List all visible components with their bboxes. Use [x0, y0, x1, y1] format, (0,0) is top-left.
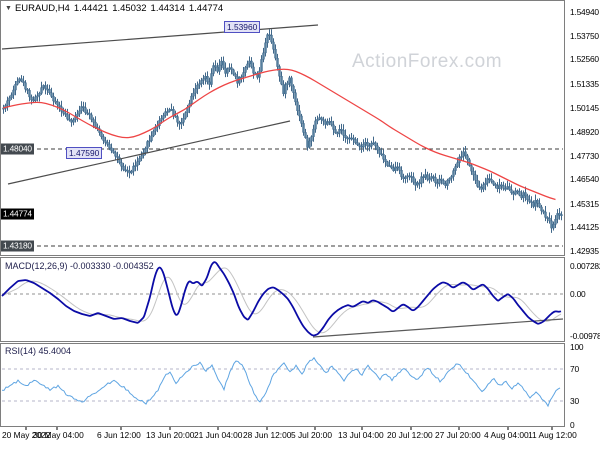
time-axis-label: 27 Jul 20:00 [435, 430, 481, 440]
axis-tick-label: 0.00 [570, 289, 586, 299]
last-price-badge: 1.44774 [1, 208, 34, 220]
chart-title: ▼ EURAUD,H4 1.44421 1.45032 1.44314 1.44774 [5, 3, 223, 14]
time-axis-label: 5 Jul 20:00 [291, 430, 332, 440]
time-axis-label: 28 Jun 12:00 [243, 430, 292, 440]
time-axis-label: 30 May 04:00 [33, 430, 84, 440]
ohlc-close: 1.44774 [188, 3, 224, 14]
macd-indicator-label: MACD(12,26,9) -0.003330 -0.004352 [5, 261, 154, 271]
rsi-panel[interactable] [0, 343, 565, 427]
price-scale[interactable]: 1.54940 1.53750 1.52560 1.51335 1.50145 1.489… [565, 0, 600, 450]
price-level-badge: 1.48040 [1, 143, 34, 155]
ohlc-low: 1.44314 [150, 3, 185, 14]
axis-tick-label: 1.53750 [570, 31, 599, 41]
axis-tick-label: 1.52560 [570, 54, 599, 64]
ohlc-high: 1.45032 [112, 3, 147, 14]
axis-tick-label: 1.42935 [570, 246, 599, 256]
mt4-chart-window: ActionForex.com ▼ EURAUD,H4 1.44421 1.45032… [0, 0, 600, 450]
axis-tick-label: -0.009787 [570, 331, 600, 341]
watermark: ActionForex.com [352, 51, 503, 72]
rsi-indicator-label: RSI(14) 45.4004 [5, 346, 72, 356]
ohlc-open: 1.44421 [73, 3, 109, 14]
time-axis-label: 6 Jun 12:00 [97, 430, 141, 440]
axis-tick-label: 1.54940 [570, 7, 599, 17]
axis-tick-label: 1.48920 [570, 127, 599, 137]
axis-tick-label: 1.46540 [570, 174, 599, 184]
axis-tick-label: 1.51335 [570, 79, 599, 89]
time-axis-label: 13 Jul 04:00 [338, 430, 384, 440]
time-axis[interactable]: 20 May 2022 30 May 04:00 6 Jun 12:00 13 Jun… [0, 427, 600, 447]
trendline-price-label-lower: 1.47590 [66, 147, 103, 159]
axis-tick-label: 1.44125 [570, 222, 599, 232]
time-axis-label: 20 Jul 12:00 [387, 430, 433, 440]
symbol-timeframe: EURAUD,H4 [14, 3, 70, 14]
time-axis-label: 4 Aug 04:00 [484, 430, 529, 440]
time-axis-label: 13 Jun 20:00 [146, 430, 195, 440]
main-chart-panel[interactable] [0, 0, 565, 256]
time-axis-label: 11 Aug 12:00 [528, 430, 577, 440]
axis-tick-label: 100 [570, 342, 584, 352]
axis-tick-label: 70 [570, 364, 579, 374]
axis-tick-label: 1.47730 [570, 151, 599, 161]
axis-tick-label: 1.45315 [570, 199, 599, 209]
symbol-dropdown-icon[interactable]: ▼ [5, 5, 12, 12]
axis-tick-label: 1.50145 [570, 103, 599, 113]
time-axis-label: 21 Jun 04:00 [194, 430, 243, 440]
price-level-badge: 1.43180 [1, 240, 34, 252]
trendline-price-label-upper: 1.53960 [224, 21, 261, 33]
axis-tick-label: 30 [570, 396, 579, 406]
axis-tick-label: 0.007282 [570, 261, 600, 271]
